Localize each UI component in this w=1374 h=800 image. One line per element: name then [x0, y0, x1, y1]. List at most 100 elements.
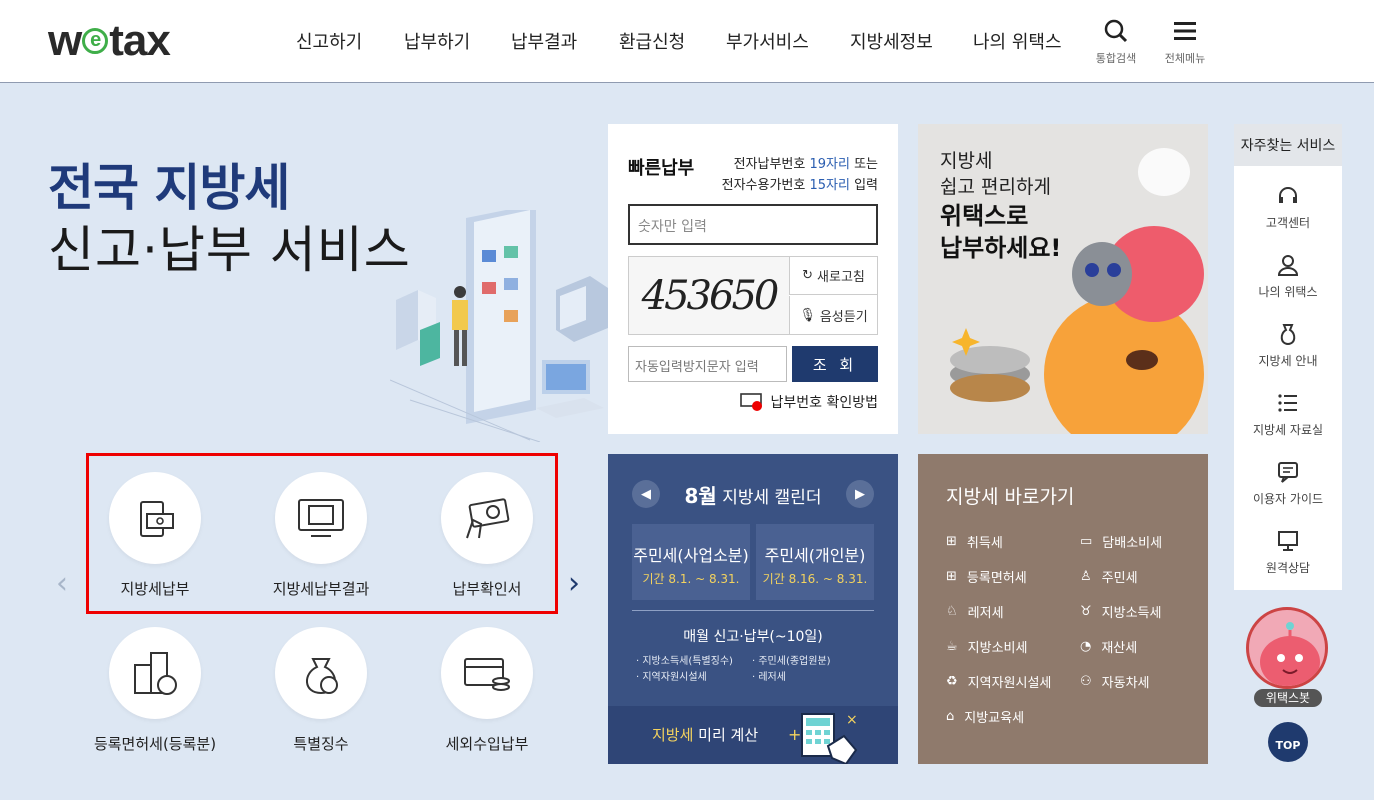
list-item: · 지방소득세(특별징수)	[636, 656, 733, 667]
cup-icon: ☕	[946, 639, 958, 654]
service-registration-tax[interactable]: 등록면허세(등록분)	[70, 627, 240, 754]
registration-tax-icon	[109, 627, 201, 719]
captcha-audio-button[interactable]: 🎙 음성듣기	[789, 296, 877, 334]
list-item: · 주민세(종업원분)	[752, 656, 831, 667]
monthly-list-left: · 지방소득세(특별징수) · 지역자원시설세	[636, 654, 733, 686]
side-item-label: 이용자 가이드	[1252, 492, 1324, 506]
divider	[632, 610, 874, 611]
calendar-item[interactable]: 주민세(개인분) 기간 8.16. ~ 8.31.	[756, 524, 874, 600]
side-item-label: 원격상담	[1265, 561, 1311, 575]
shortcut-label: 자동차세	[1101, 676, 1150, 691]
user-icon	[1277, 255, 1299, 276]
nav-pay[interactable]: 납부하기	[404, 28, 470, 54]
shortcut-resident-tax[interactable]: ♙ 주민세	[1080, 567, 1138, 586]
calendar-month: 8월	[684, 484, 717, 508]
shortcut-label: 담배소비세	[1102, 536, 1163, 551]
captcha-input[interactable]: 자동입력방지문자 입력	[628, 346, 787, 382]
shortcut-label: 지방소득세	[1101, 606, 1162, 621]
side-item-label: 지방세 자료실	[1252, 423, 1324, 437]
search-icon	[1104, 19, 1128, 43]
calendar-item-name: 주민세(사업소분)	[633, 546, 749, 565]
nav-local-tax-info[interactable]: 지방세정보	[850, 28, 933, 54]
tax-calculator-link[interactable]: 지방세 미리 계산 + ×	[608, 706, 898, 764]
nav-refund[interactable]: 환급신청	[619, 28, 685, 54]
shortcut-income-tax[interactable]: ♉ 지방소득세	[1080, 602, 1161, 621]
calculator-highlight: 지방세	[652, 726, 694, 744]
quick-pay-description: 전자납부번호 19자리 또는 전자수용가번호 15자리 입력	[722, 154, 878, 196]
prev-arrow-icon[interactable]: ‹	[56, 566, 68, 601]
service-non-tax-revenue[interactable]: 세외수입납부	[402, 627, 572, 754]
shortcut-education-tax[interactable]: ⌂ 지방교육세	[946, 707, 1024, 726]
list-item: · 레저세	[752, 672, 786, 683]
service-label: 지방세납부결과	[272, 580, 370, 598]
promo-banner[interactable]: 지방세 쉽고 편리하게 위택스로 납부하세요!	[918, 124, 1208, 434]
side-remote-support[interactable]: 원격상담	[1234, 529, 1342, 576]
side-customer-center[interactable]: 고객센터	[1234, 184, 1342, 231]
tax-calendar: ◀ ▶ 8월 지방세 캘린더 주민세(사업소분) 기간 8.1. ~ 8.31.…	[608, 454, 898, 764]
local-tax-shortcut: 지방세 바로가기 ⊞ 취득세 ⊞ 등록면허세 ♘ 레저세 ☕ 지방소비세 ♻ 지역자원시설…	[918, 454, 1208, 764]
svg-text:+: +	[788, 725, 801, 744]
calendar-title-text: 지방세 캘린더	[722, 488, 822, 508]
quick-pay-title: 빠른납부	[628, 158, 695, 179]
list-icon	[1278, 394, 1297, 412]
shortcut-label: 주민세	[1101, 571, 1138, 586]
bicycle-icon: ♘	[946, 604, 958, 619]
nav-report[interactable]: 신고하기	[296, 28, 362, 54]
shortcut-consumption-tax[interactable]: ☕ 지방소비세	[946, 637, 1027, 656]
nav-extra-services[interactable]: 부가서비스	[726, 28, 809, 54]
nav-pay-result[interactable]: 납부결과	[511, 28, 577, 54]
shortcut-label: 레저세	[967, 606, 1004, 621]
service-payment-result[interactable]: 지방세납부결과	[236, 472, 406, 599]
side-my-wetax[interactable]: 나의 위택스	[1234, 253, 1342, 300]
quick-pay-card: 빠른납부 전자납부번호 19자리 또는 전자수용가번호 15자리 입력 숫자만 …	[608, 124, 898, 434]
search-submit-button[interactable]: 조 회	[792, 346, 878, 382]
desc-text: 또는	[849, 157, 878, 172]
captcha-refresh-button[interactable]: ↻ 새로고침	[789, 257, 877, 295]
full-menu-button[interactable]: 전체메뉴	[1155, 18, 1215, 66]
shortcut-title: 지방세 바로가기	[946, 486, 1075, 508]
scroll-top-button[interactable]: TOP	[1268, 722, 1308, 762]
refresh-icon: ↻	[802, 268, 814, 283]
service-special-collection[interactable]: 특별징수	[236, 627, 406, 754]
shortcut-leisure-tax[interactable]: ♘ 레저세	[946, 602, 1004, 621]
cigarette-icon: ▭	[1080, 534, 1093, 549]
search-button[interactable]: 통합검색	[1086, 18, 1146, 66]
list-item: · 지역자원시설세	[636, 672, 707, 683]
shortcut-vehicle-tax[interactable]: ⚇ 자동차세	[1080, 672, 1150, 691]
service-tax-payment[interactable]: 지방세납부	[70, 472, 240, 599]
service-label: 등록면허세(등록분)	[93, 735, 217, 753]
hero-subtitle: 신고·납부 서비스	[48, 221, 411, 279]
header: w e tax 신고하기 납부하기 납부결과 환급신청 부가서비스 지방세정보 나의…	[0, 0, 1374, 83]
shortcut-property-tax[interactable]: ◔ 재산세	[1080, 637, 1137, 656]
side-local-tax-archive[interactable]: 지방세 자료실	[1234, 391, 1342, 438]
full-menu-label: 전체메뉴	[1164, 52, 1206, 65]
list-item-text: 레저세	[758, 672, 786, 683]
shortcut-acquisition-tax[interactable]: ⊞ 취득세	[946, 532, 1003, 551]
shortcut-label: 등록면허세	[966, 571, 1027, 586]
chat-icon	[1278, 462, 1298, 483]
calendar-item-period: 기간 8.16. ~ 8.31.	[762, 572, 868, 586]
payment-number-input[interactable]: 숫자만 입력	[628, 204, 878, 245]
shortcut-resource-tax[interactable]: ♻ 지역자원시설세	[946, 672, 1051, 691]
captcha-image: 453650	[629, 257, 789, 334]
side-item-label: 나의 위택스	[1258, 285, 1318, 299]
side-user-guide[interactable]: 이용자 가이드	[1234, 460, 1342, 507]
calendar-item[interactable]: 주민세(사업소분) 기간 8.1. ~ 8.31.	[632, 524, 750, 600]
chatbot-button[interactable]	[1246, 607, 1328, 689]
shortcut-tobacco-tax[interactable]: ▭ 담배소비세	[1080, 532, 1162, 551]
calculator-icon: + ×	[788, 712, 858, 764]
monthly-list-right: · 주민세(종업원분) · 레저세	[752, 654, 831, 686]
shortcut-registration-tax[interactable]: ⊞ 등록면허세	[946, 567, 1027, 586]
payment-number-help-link[interactable]: 납부번호 확인방법	[739, 392, 878, 412]
desc-highlight: 19자리	[809, 157, 850, 172]
list-item-text: 주민세(종업원분)	[758, 656, 831, 667]
desc-text: 전자수용가번호	[721, 178, 810, 193]
side-local-tax-guide[interactable]: 지방세 안내	[1234, 322, 1342, 369]
wetax-logo[interactable]: w e tax	[48, 16, 171, 66]
nav-my-wetax[interactable]: 나의 위택스	[973, 28, 1062, 54]
frequent-services-panel: 자주찾는 서비스 고객센터 나의 위택스 지방세 안내 지방세 자료실 이용자 …	[1234, 124, 1342, 590]
car-icon: ⚇	[1080, 674, 1092, 689]
desc-highlight: 15자리	[809, 178, 850, 193]
hamburger-icon	[1174, 22, 1196, 40]
service-payment-certificate[interactable]: 납부확인서	[402, 472, 572, 599]
